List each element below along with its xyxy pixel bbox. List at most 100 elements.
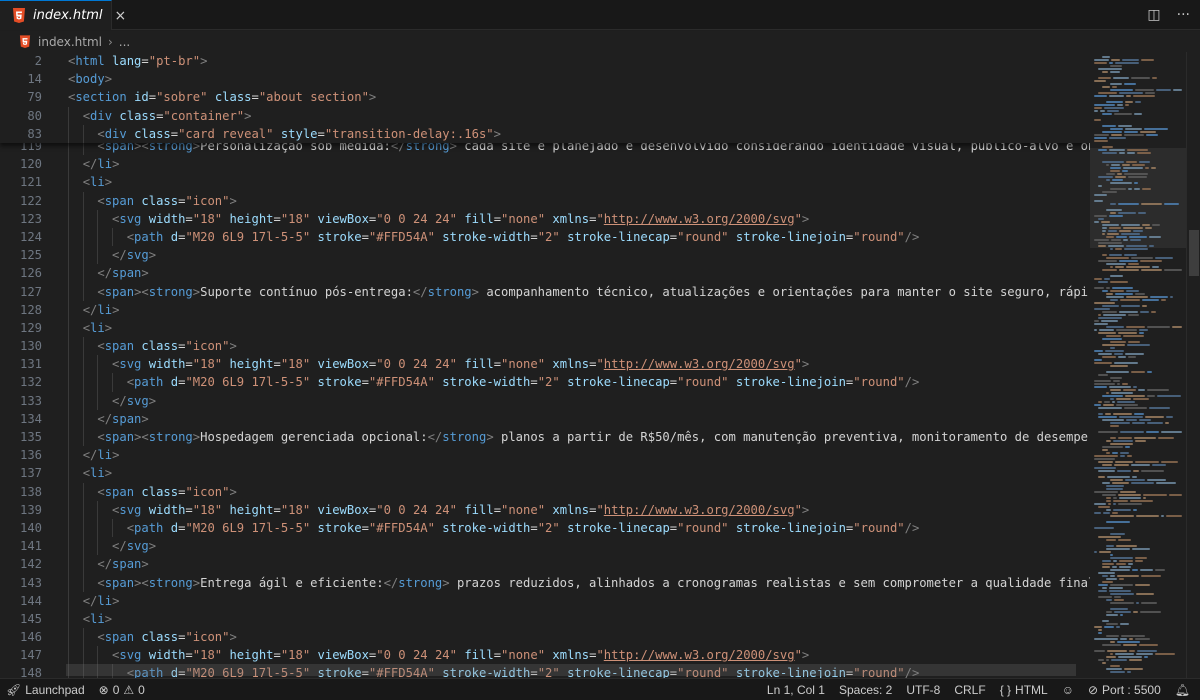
- minimap-line: [1133, 230, 1143, 232]
- minimap[interactable]: [1090, 52, 1186, 678]
- minimap-line: [1116, 563, 1126, 565]
- minimap-line: [1110, 557, 1133, 559]
- minimap-line: [1106, 521, 1130, 523]
- code-line[interactable]: 143 <span><strong>Entrega ágil e eficien…: [0, 573, 1090, 592]
- minimap-line: [1098, 572, 1115, 574]
- minimap-line: [1094, 137, 1107, 139]
- close-icon[interactable]: ×: [115, 9, 127, 23]
- copilot-icon[interactable]: ☺: [1062, 683, 1074, 697]
- code-line[interactable]: 131 <svg width="18" height="18" viewBox=…: [0, 355, 1090, 374]
- indentation[interactable]: Spaces: 2: [839, 683, 892, 697]
- bell-icon[interactable]: 🔔︎: [1175, 683, 1190, 697]
- minimap-line: [1109, 587, 1123, 589]
- code-line[interactable]: 135 <span><strong>Hospedagem gerenciada …: [0, 428, 1090, 447]
- minimap-line: [1103, 404, 1114, 406]
- sticky-scroll-header[interactable]: 2 <html lang="pt-br"> 14 <body> 79 <section i…: [0, 52, 1090, 143]
- breadcrumb-file[interactable]: index.html: [38, 35, 102, 49]
- horizontal-scrollbar[interactable]: [66, 664, 1076, 676]
- code-line[interactable]: 120 </li>: [0, 155, 1090, 174]
- cursor-position[interactable]: Ln 1, Col 1: [767, 683, 825, 697]
- minimap-line: [1103, 512, 1110, 514]
- code-line[interactable]: 123 <svg width="18" height="18" viewBox=…: [0, 209, 1090, 228]
- code-line[interactable]: 128 </li>: [0, 300, 1090, 319]
- code-token: >: [486, 430, 494, 444]
- split-editor-icon[interactable]: ◫: [1147, 7, 1160, 23]
- code-token: span: [104, 430, 135, 444]
- code-line[interactable]: 127 <span><strong>Suporte contínuo pós-e…: [0, 282, 1090, 301]
- code-line[interactable]: 83 <div class="card reveal" style="trans…: [0, 124, 1090, 143]
- code-line[interactable]: 124 <path d="M20 6L9 17l-5-5" stroke="#F…: [0, 227, 1090, 247]
- code-line[interactable]: 146 <span class="icon">: [0, 628, 1090, 647]
- code-line[interactable]: 140 <path d="M20 6L9 17l-5-5" stroke="#F…: [0, 518, 1090, 538]
- code-line[interactable]: 134 </span>: [0, 409, 1090, 428]
- problems-button[interactable]: ⊗ 0 ⚠ 0: [99, 683, 145, 697]
- code-line[interactable]: 126 </span>: [0, 264, 1090, 283]
- minimap-line: [1123, 335, 1144, 337]
- code-token: "2": [537, 375, 560, 390]
- minimap-line: [1110, 182, 1132, 184]
- minimap-line: [1109, 386, 1131, 388]
- minimap-line: [1102, 560, 1111, 562]
- breadcrumb-more[interactable]: ...: [119, 35, 130, 49]
- code-line[interactable]: 129 <li>: [0, 318, 1090, 338]
- minimap-line: [1094, 350, 1103, 352]
- minimap-line: [1130, 239, 1141, 241]
- code-token: =: [185, 502, 193, 517]
- minimap-line: [1110, 569, 1130, 571]
- line-number: 146: [19, 630, 42, 645]
- minimap-line: [1119, 92, 1143, 94]
- minimap-line: [1106, 209, 1122, 211]
- code-line[interactable]: 141 </svg>: [0, 537, 1090, 556]
- code-line[interactable]: 147 <svg width="18" height="18" viewBox=…: [0, 646, 1090, 665]
- code-line[interactable]: 122 <span class="icon">: [0, 191, 1090, 210]
- minimap-line: [1114, 599, 1124, 601]
- vertical-scrollbar[interactable]: [1186, 52, 1200, 678]
- code-line[interactable]: 133 </svg>: [0, 391, 1090, 410]
- more-actions-icon[interactable]: ···: [1177, 7, 1190, 23]
- line-code: <li>: [68, 610, 112, 628]
- encoding[interactable]: UTF-8: [906, 683, 940, 697]
- code-line[interactable]: 137 <li>: [0, 464, 1090, 483]
- code-line[interactable]: 136 </li>: [0, 446, 1090, 465]
- tab-index-html[interactable]: index.html ×: [0, 0, 126, 30]
- minimap-line: [1123, 239, 1128, 241]
- line-code: <section id="sobre" class="about section…: [68, 88, 376, 106]
- launchpad-button[interactable]: 🚀︎ Launchpad: [6, 683, 85, 697]
- code-token: path: [134, 520, 164, 535]
- code-token: =: [361, 375, 369, 390]
- code-line[interactable]: 79 <section id="sobre" class="about secti…: [0, 88, 1090, 106]
- line-number: 131: [19, 357, 42, 372]
- minimap-line: [1124, 131, 1138, 133]
- code-line[interactable]: 2 <html lang="pt-br">: [0, 52, 1090, 70]
- end-of-line[interactable]: CRLF: [954, 683, 985, 697]
- code-line[interactable]: 139 <svg width="18" height="18" viewBox=…: [0, 500, 1090, 519]
- code-line[interactable]: 142 </span>: [0, 555, 1090, 574]
- code-editor[interactable]: 119 <span><strong>Personalização sob med…: [0, 52, 1090, 678]
- code-line[interactable]: 125 </svg>: [0, 246, 1090, 265]
- code-line[interactable]: 138 <span class="icon">: [0, 482, 1090, 501]
- minimap-line: [1141, 470, 1164, 472]
- code-line[interactable]: 144 </li>: [0, 591, 1090, 610]
- minimap-line: [1102, 86, 1110, 88]
- code-token: ": [596, 502, 604, 517]
- minimap-line: [1126, 419, 1137, 421]
- code-line[interactable]: 145 <li>: [0, 609, 1090, 629]
- code-line[interactable]: 130 <span class="icon">: [0, 337, 1090, 356]
- warning-count: 0: [138, 682, 145, 697]
- code-line[interactable]: 132 <path d="M20 6L9 17l-5-5" stroke="#F…: [0, 373, 1090, 392]
- minimap-line: [1165, 422, 1169, 424]
- code-line[interactable]: 121 <li>: [0, 173, 1090, 192]
- minimap-line: [1109, 137, 1126, 139]
- code-line[interactable]: 14 <body>: [0, 70, 1090, 88]
- code-token: stroke-linecap: [567, 520, 670, 535]
- minimap-line: [1098, 92, 1117, 94]
- code-line[interactable]: 80 <div class="container">: [0, 106, 1090, 125]
- code-token: <: [97, 575, 105, 590]
- scrollbar-thumb[interactable]: [1189, 230, 1199, 276]
- minimap-line: [1102, 446, 1123, 448]
- live-server-button[interactable]: ⊘ Port : 5500: [1088, 683, 1161, 697]
- code-token: span: [104, 484, 135, 499]
- language-mode[interactable]: { } HTML: [1000, 683, 1048, 697]
